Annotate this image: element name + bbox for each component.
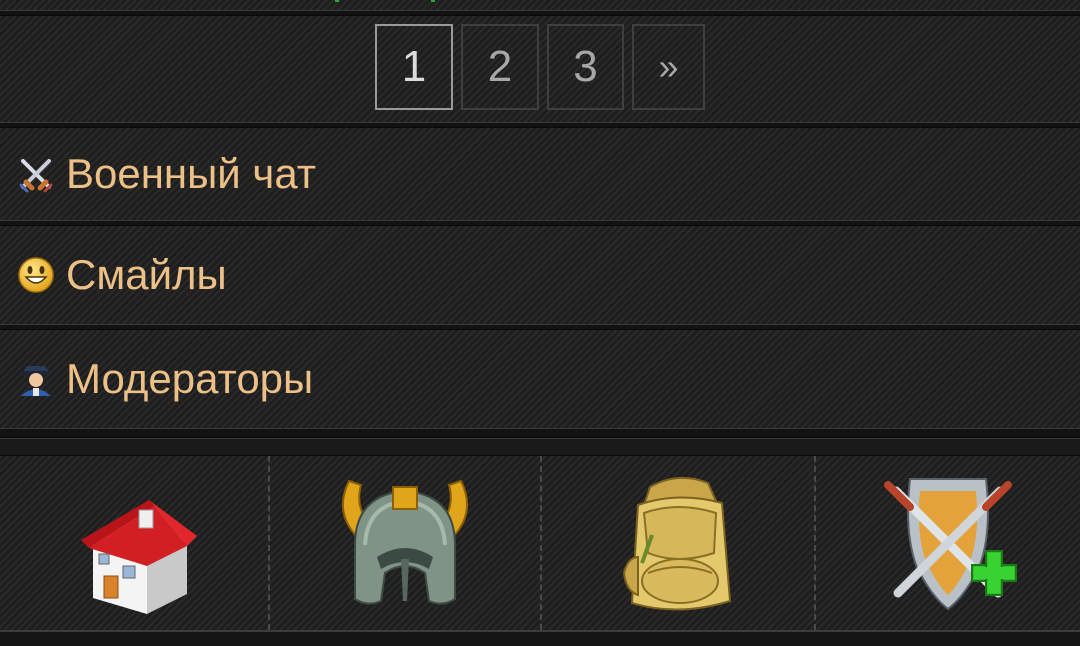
battle-button[interactable] [816,456,1080,630]
home-button[interactable] [0,456,270,630]
menu-item-military-chat[interactable]: Военный чат [0,128,1080,220]
menu-item-label: Военный чат [66,150,316,197]
backpack-icon [598,461,758,626]
bottom-edge [0,630,1080,646]
menu-item-moderators[interactable]: Модераторы [0,330,1080,428]
smiley-icon [16,255,56,295]
moderator-icon [16,359,56,399]
page-button-1[interactable]: 1 [375,24,453,110]
hero-button[interactable] [270,456,542,630]
top-strip [0,0,1080,10]
pagination: 1 2 3 » [0,16,1080,122]
menu-item-smileys[interactable]: Смайлы [0,226,1080,324]
green-marker [431,0,435,2]
divider [0,438,1080,456]
page-button-3[interactable]: 3 [547,24,624,110]
viking-helmet-icon [325,461,485,626]
house-icon [59,466,209,621]
menu-item-label: Модераторы [66,355,314,402]
shield-swords-plus-icon [868,461,1028,626]
next-page-button[interactable]: » [632,24,705,110]
forum-footer-screen: 1 2 3 » Военный чат Смайлы Модераторы [0,0,1080,646]
green-marker [335,0,339,2]
inventory-button[interactable] [542,456,816,630]
crossed-swords-icon [16,154,56,194]
divider [0,428,1080,438]
menu-item-label: Смайлы [66,251,227,298]
bottom-navigation [0,456,1080,630]
page-button-2[interactable]: 2 [461,24,539,110]
